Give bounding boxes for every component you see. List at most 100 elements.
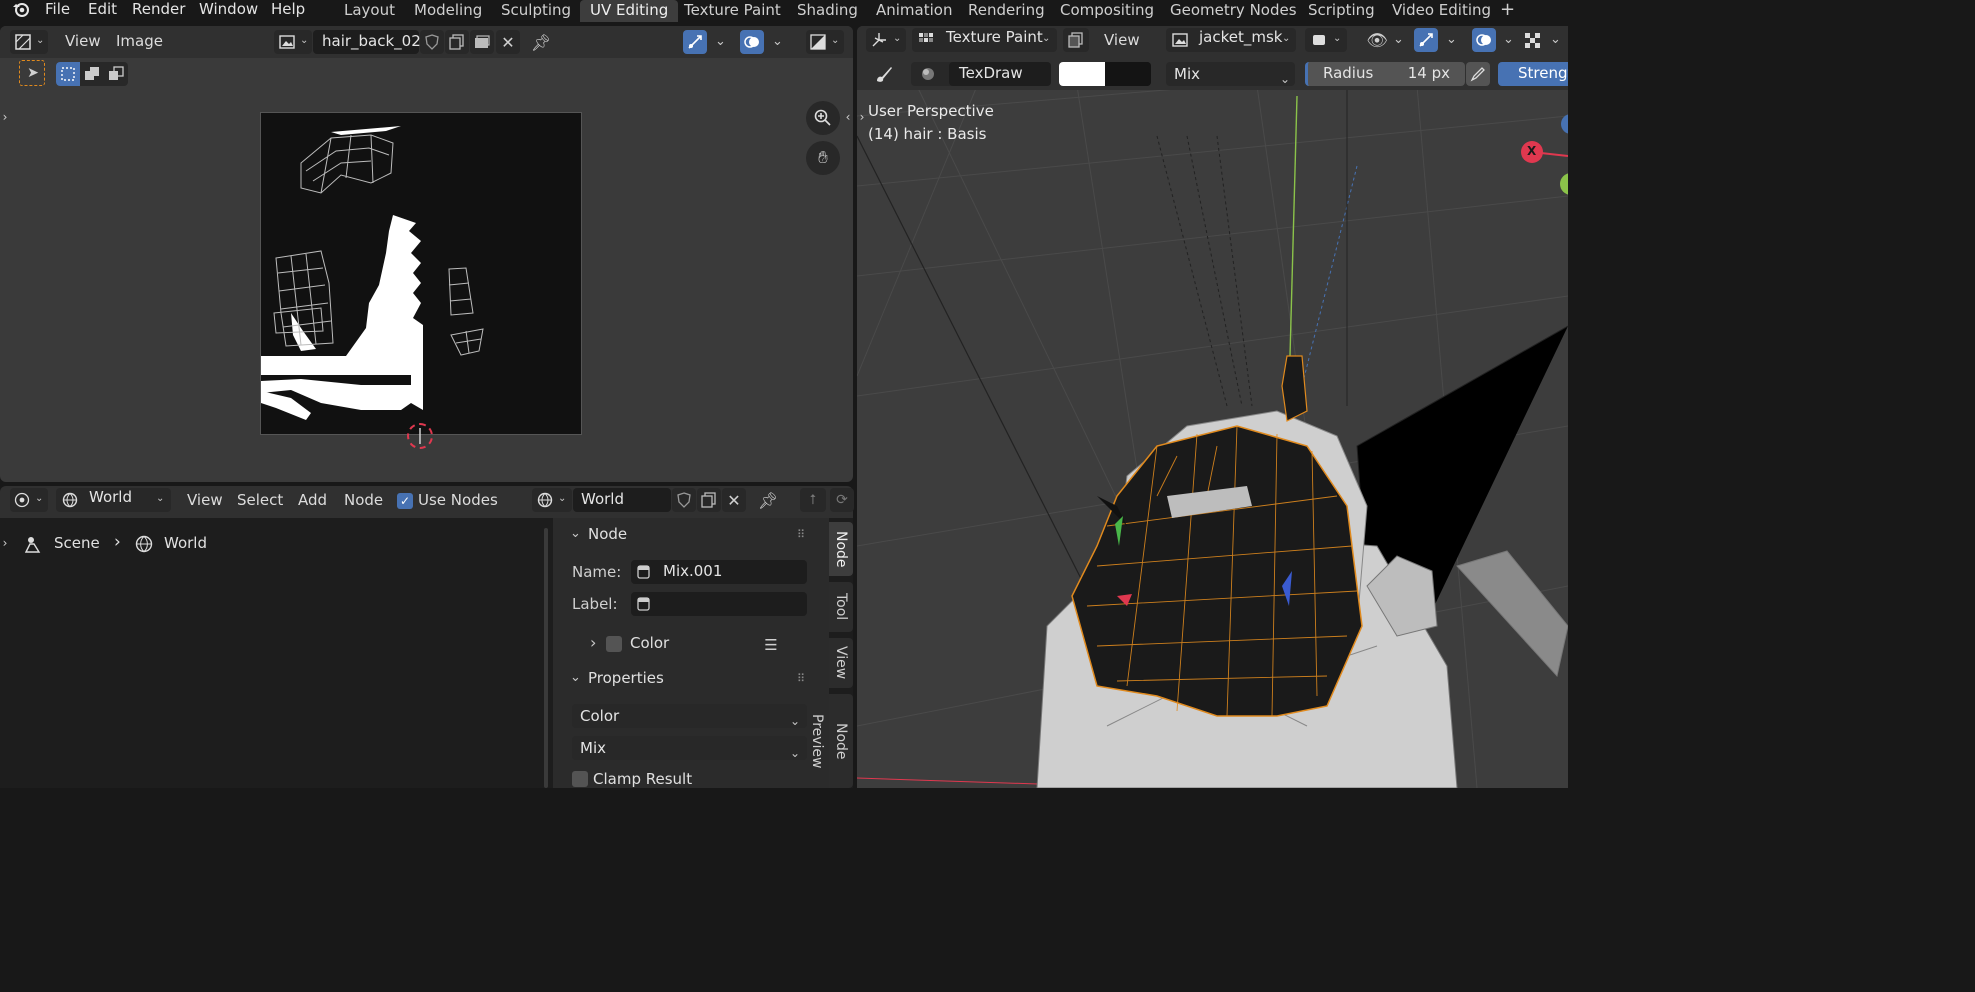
parent-node-tree-button[interactable]: ⭡ [800, 488, 826, 512]
tab-geometry-nodes[interactable]: Geometry Nodes [1160, 0, 1307, 22]
tab-modeling[interactable]: Modeling [404, 0, 492, 22]
world-unlink-button[interactable]: ✕ [722, 488, 746, 512]
chevron-down-icon[interactable]: ⌄ [1446, 32, 1457, 47]
paint-mask-toggle[interactable] [1063, 28, 1089, 52]
blender-logo-icon[interactable] [10, 0, 32, 18]
zoom-gizmo[interactable] [806, 101, 840, 135]
world-browse-button[interactable]: ⌄ [532, 488, 572, 512]
menu-file[interactable]: File [45, 0, 70, 22]
mode-dropdown[interactable]: Texture Paint ⌄ [912, 28, 1057, 52]
blend-type-dropdown[interactable]: Mix ⌄ [572, 736, 807, 760]
node-sidebar-toggle-icon[interactable]: › [0, 534, 10, 552]
drag-handle-icon[interactable]: ⠿ [791, 524, 811, 544]
viewport-region-toggle-icon[interactable]: › [857, 108, 867, 126]
clamp-result-checkbox[interactable] [572, 771, 588, 787]
viewport-gizmo-toggle[interactable] [1414, 28, 1438, 52]
axis-x-label[interactable]: X [1527, 144, 1536, 158]
primary-color[interactable] [1059, 62, 1105, 86]
brush-color-swatch[interactable] [1059, 62, 1151, 86]
tab-sculpting[interactable]: Sculpting [491, 0, 581, 22]
use-nodes-checkbox[interactable]: ✓ [397, 493, 413, 509]
properties-panel-header[interactable]: ⌄ Properties ⠿ [561, 664, 821, 692]
breadcrumb-scene[interactable]: Scene [54, 534, 100, 552]
world-duplicate-button[interactable] [697, 488, 721, 512]
pin-icon[interactable]: 📌︎ [530, 31, 552, 53]
strength-slider[interactable]: Strength [1498, 62, 1568, 86]
viewport-editor-type[interactable]: ⌄ [866, 28, 906, 52]
pin-icon[interactable]: 📌︎ [757, 489, 779, 511]
tab-compositing[interactable]: Compositing [1050, 0, 1164, 22]
chevron-down-icon[interactable]: ⌄ [1550, 32, 1561, 47]
uv-menu-image[interactable]: Image [116, 29, 163, 53]
region-toggle-icon[interactable]: ‹ [843, 108, 853, 126]
radius-pressure-toggle[interactable] [1466, 62, 1490, 86]
viewport-menu-view[interactable]: View [1104, 28, 1140, 52]
select-new-button[interactable] [56, 62, 80, 86]
image-browse-button[interactable]: ⌄ [274, 30, 312, 54]
brush-icon[interactable] [872, 62, 896, 86]
pan-gizmo[interactable]: ✋︎ [806, 141, 840, 175]
shader-type-dropdown[interactable]: World ⌄ [56, 488, 171, 512]
tab-scripting[interactable]: Scripting [1298, 0, 1385, 22]
tab-texture-paint[interactable]: Texture Paint [674, 0, 791, 22]
chevron-down-icon[interactable]: ⌄ [772, 34, 783, 49]
node-menu-view[interactable]: View [187, 488, 223, 512]
menu-help[interactable]: Help [271, 0, 305, 22]
uv-snap-toggle[interactable] [683, 30, 707, 54]
add-workspace-button[interactable]: + [1490, 0, 1525, 22]
drag-handle-icon[interactable]: ⠿ [791, 668, 811, 688]
menu-window[interactable]: Window [199, 0, 258, 22]
display-channels-button[interactable]: ⌄ [806, 30, 844, 54]
chevron-down-icon[interactable]: ⌄ [1503, 32, 1514, 47]
color-subpanel-header[interactable]: › Color [588, 632, 788, 656]
fake-user-button[interactable] [420, 30, 444, 54]
secondary-color[interactable] [1105, 62, 1151, 86]
brush-name-field[interactable]: TexDraw [949, 62, 1051, 86]
node-menu-select[interactable]: Select [237, 488, 283, 512]
tab-node-preview[interactable]: Node Preview [809, 694, 853, 788]
blend-mode-dropdown[interactable]: Mix ⌄ [1166, 62, 1295, 86]
node-editor-scrollbar[interactable] [544, 528, 548, 788]
snap-node-button[interactable]: ⟳ [830, 488, 854, 512]
node-menu-add[interactable]: Add [298, 488, 327, 512]
open-image-button[interactable] [470, 30, 494, 54]
xray-checker-icon[interactable] [1522, 30, 1544, 52]
new-image-button[interactable] [445, 30, 469, 54]
node-menu-node[interactable]: Node [344, 488, 383, 512]
chevron-down-icon[interactable]: ⌄ [1393, 32, 1404, 47]
node-editor-type-selector[interactable]: ⌄ [10, 488, 48, 512]
unlink-image-button[interactable]: ✕ [496, 30, 520, 54]
radius-slider[interactable]: Radius 14 px [1305, 62, 1465, 86]
shading-mode-button[interactable]: ⌄ [1305, 28, 1347, 52]
node-label-field[interactable] [631, 592, 807, 616]
tab-uv-editing[interactable]: UV Editing [580, 0, 679, 22]
select-extend-button[interactable] [80, 62, 104, 86]
tab-video-editing[interactable]: Video Editing [1382, 0, 1501, 22]
brush-selector[interactable]: TexDraw [911, 62, 1051, 86]
world-name-field[interactable]: World [573, 488, 671, 512]
visibility-eye-icon[interactable]: 👁︎ [1366, 30, 1388, 52]
menu-render[interactable]: Render [132, 0, 185, 22]
list-presets-icon[interactable]: ☰ [760, 634, 782, 656]
editor-type-selector[interactable]: ⌄ [10, 30, 48, 54]
data-type-dropdown[interactable]: Color ⌄ [572, 704, 807, 728]
node-name-field[interactable]: Mix.001 [631, 560, 807, 584]
color-checkbox[interactable] [606, 636, 622, 652]
uv-overlay-toggle[interactable] [740, 30, 764, 54]
node-panel-header[interactable]: ⌄ Node ⠿ [561, 520, 821, 548]
uv-menu-view[interactable]: View [65, 29, 101, 53]
tab-layout[interactable]: Layout [334, 0, 405, 22]
menu-edit[interactable]: Edit [88, 0, 117, 22]
tab-shading[interactable]: Shading [787, 0, 868, 22]
tab-tool[interactable]: Tool [829, 582, 853, 632]
select-subtract-button[interactable] [104, 62, 128, 86]
breadcrumb-world[interactable]: World [164, 534, 207, 552]
tab-view[interactable]: View [829, 638, 853, 688]
viewport-overlay-toggle[interactable] [1472, 28, 1496, 52]
texture-slot-dropdown[interactable]: jacket_msk ⌄ [1166, 28, 1296, 52]
tab-node[interactable]: Node [829, 522, 853, 576]
sidebar-toggle-icon[interactable]: › [0, 108, 10, 126]
chevron-down-icon[interactable]: ⌄ [715, 34, 726, 49]
select-tool-button[interactable]: ➤ [19, 60, 45, 86]
tab-rendering[interactable]: Rendering [958, 0, 1055, 22]
